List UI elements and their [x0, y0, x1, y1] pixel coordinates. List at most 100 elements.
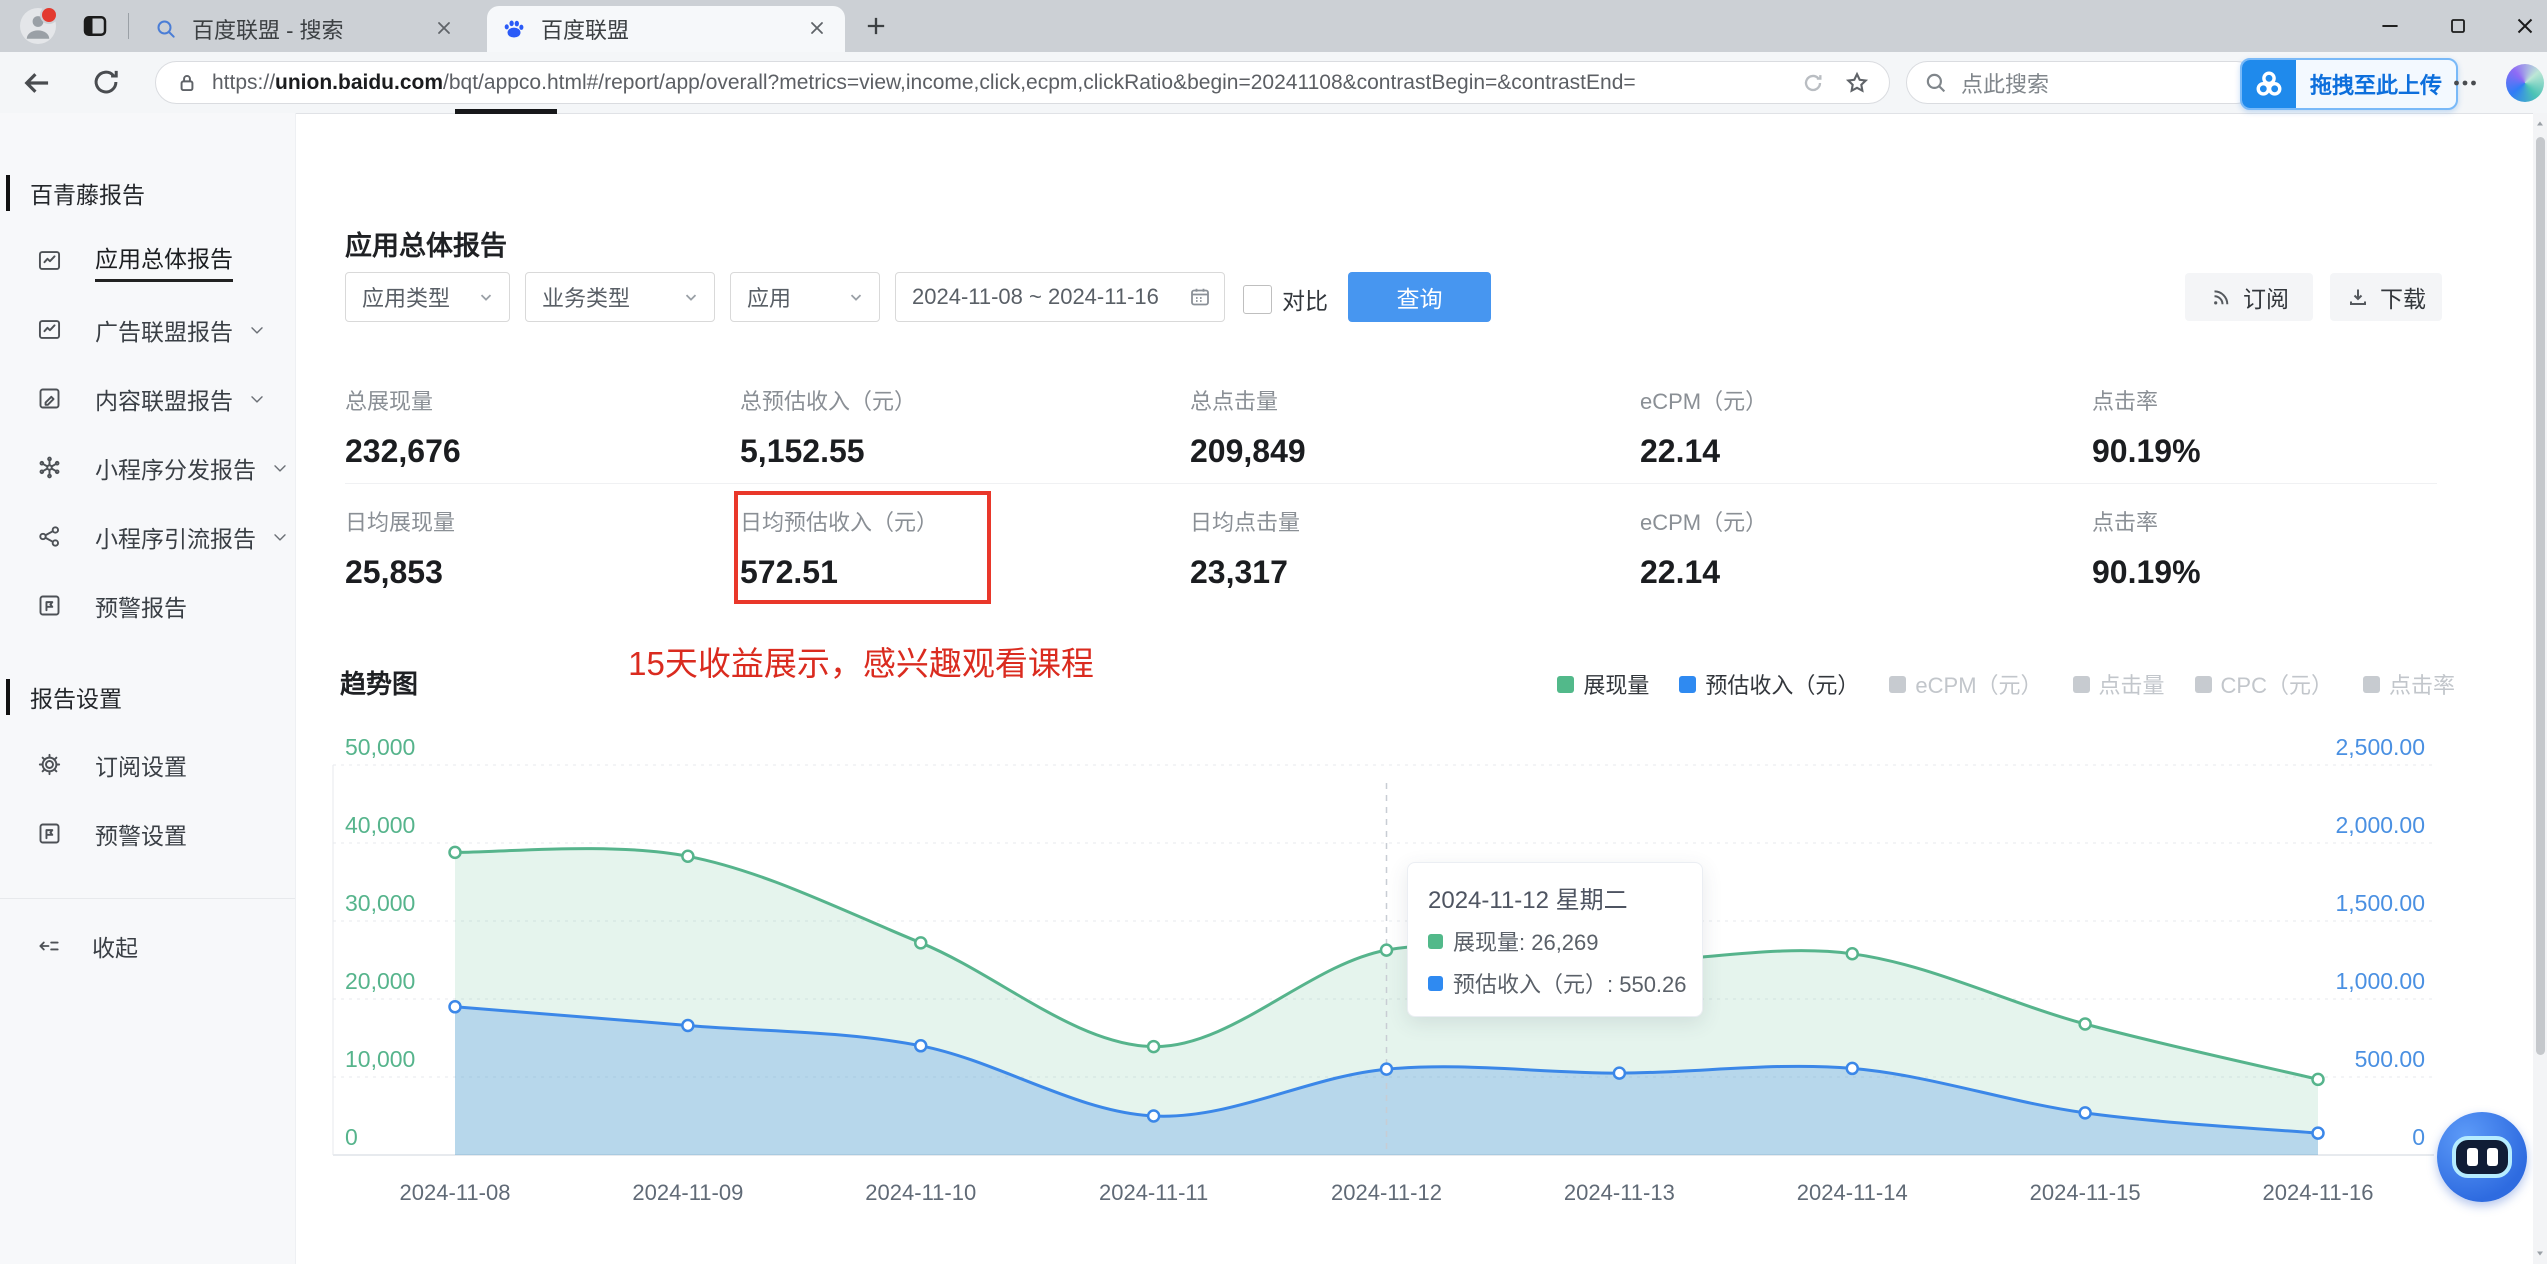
app-select[interactable]: 应用 — [730, 272, 880, 322]
x-axis-tick: 2024-11-09 — [632, 1180, 743, 1205]
data-point-预估收入（元）[interactable] — [914, 1039, 928, 1053]
scroll-up-icon[interactable] — [2534, 117, 2546, 131]
download-label: 下载 — [2380, 286, 2426, 312]
back-button[interactable] — [18, 64, 56, 102]
stat-value: 25,853 — [345, 554, 443, 590]
browser-menu-button[interactable] — [2448, 66, 2486, 104]
x-axis-tick: 2024-11-13 — [1564, 1180, 1675, 1205]
compare-checkbox[interactable] — [1243, 284, 1272, 314]
refresh-button[interactable] — [88, 64, 126, 102]
data-point-预估收入（元）[interactable] — [1845, 1061, 1859, 1076]
data-point-预估收入（元）[interactable] — [448, 1000, 462, 1014]
tab-title: 百度联盟 — [541, 18, 630, 43]
data-point-预估收入（元）[interactable] — [681, 1018, 695, 1033]
sidebar-item-内容联盟报告[interactable]: 内容联盟报告 — [0, 364, 295, 433]
stat-label: 点击率 — [2092, 389, 2159, 414]
stat-value: 22.14 — [1640, 554, 1721, 590]
stat-value: 209,849 — [1190, 433, 1306, 469]
left-axis-tick: 50,000 — [345, 734, 415, 760]
sidebar-item-小程序分发报告[interactable]: 小程序分发报告 — [0, 433, 295, 502]
profile-avatar[interactable] — [20, 6, 58, 44]
data-point-展现量[interactable] — [448, 845, 462, 860]
query-button[interactable]: 查询 — [1348, 272, 1491, 322]
right-axis-tick: 2,500.00 — [2335, 734, 2425, 760]
browser-tab[interactable]: 百度联盟 - 搜索 — [140, 6, 472, 52]
data-point-预估收入（元）[interactable] — [2078, 1106, 2092, 1120]
data-point-预估收入（元）[interactable] — [1612, 1066, 1627, 1080]
search-placeholder: 点此搜索 — [1961, 71, 2050, 97]
sidebar-item-预警报告[interactable]: 预警报告 — [0, 571, 295, 640]
scroll-down-icon[interactable] — [2534, 1246, 2546, 1260]
close-icon — [811, 22, 823, 34]
window-maximize-button[interactable] — [2438, 8, 2478, 44]
search-icon — [1926, 73, 1946, 92]
robot-eye — [2486, 1148, 2498, 1166]
new-tab-button[interactable] — [862, 12, 890, 40]
data-point-展现量[interactable] — [1379, 943, 1394, 957]
rss-icon — [2214, 290, 2229, 305]
stat-value: 90.19% — [2092, 433, 2201, 469]
content-report-icon — [39, 388, 60, 409]
assistant-robot-button[interactable] — [2437, 1112, 2527, 1202]
browser-tab[interactable]: 百度联盟 — [487, 6, 845, 52]
left-axis-tick: 10,000 — [345, 1046, 415, 1072]
scrollbar-thumb[interactable] — [2535, 137, 2545, 1055]
right-axis-tick: 1,500.00 — [2335, 890, 2425, 916]
sidebar-item-预警设置[interactable]: 预警设置 — [0, 799, 295, 868]
tab-close-button[interactable] — [805, 16, 831, 42]
stat-value: 232,676 — [345, 433, 461, 469]
sidebar-collapse-button[interactable]: 收起 — [0, 911, 295, 981]
data-point-预估收入（元）[interactable] — [2311, 1126, 2325, 1140]
app-label: 应用 — [747, 286, 792, 311]
address-bar[interactable]: https://union.baidu.com/bqt/appco.html#/… — [155, 61, 1890, 104]
favorite-star-icon[interactable] — [1843, 69, 1871, 97]
stat-label: eCPM（元） — [1640, 389, 1768, 414]
data-point-展现量[interactable] — [2078, 1017, 2092, 1031]
business-type-select[interactable]: 业务类型 — [525, 272, 715, 322]
sidebar-item-订阅设置[interactable]: 订阅设置 — [0, 730, 295, 799]
date-range-value: 2024-11-08 ~ 2024-11-16 — [912, 284, 1159, 309]
stat-eCPM（元）: eCPM（元） 22.14 — [1640, 384, 1767, 470]
netdisk-upload-badge[interactable]: 拖拽至此上传 — [2240, 58, 2459, 110]
app-type-label: 应用类型 — [362, 286, 451, 311]
quick-search-box[interactable]: 点此搜索 — [1906, 61, 2258, 104]
data-point-展现量[interactable] — [2311, 1072, 2325, 1087]
sidebar-item-label: 小程序引流报告 — [95, 525, 256, 552]
tab-close-button[interactable] — [432, 16, 458, 42]
tab-actions-icon[interactable] — [80, 11, 110, 41]
sync-icon[interactable] — [1799, 69, 1827, 97]
subscribe-button[interactable]: 订阅 — [2185, 273, 2313, 321]
copilot-icon[interactable] — [2506, 64, 2544, 102]
close-icon — [438, 22, 450, 34]
window-minimize-button[interactable] — [2370, 8, 2410, 44]
data-point-展现量[interactable] — [1146, 1039, 1161, 1054]
app-type-select[interactable]: 应用类型 — [345, 272, 510, 322]
data-point-展现量[interactable] — [914, 936, 928, 950]
page-scrollbar[interactable] — [2533, 113, 2547, 1264]
chevron-down-icon — [274, 464, 286, 472]
window-close-button[interactable] — [2505, 8, 2545, 44]
download-button[interactable]: 下载 — [2330, 273, 2442, 321]
stat-value: 5,152.55 — [740, 433, 865, 469]
sidebar-item-label: 小程序分发报告 — [95, 456, 256, 483]
report-icon — [38, 251, 61, 270]
collapse-label: 收起 — [92, 935, 138, 961]
netdisk-icon — [2242, 60, 2296, 108]
stat-总预估收入（元）: 总预估收入（元） 5,152.55 — [740, 384, 916, 470]
sidebar-item-小程序引流报告[interactable]: 小程序引流报告 — [0, 502, 295, 571]
x-axis-tick: 2024-11-14 — [1797, 1180, 1908, 1205]
data-point-展现量[interactable] — [681, 849, 695, 864]
alert-report-icon — [39, 823, 60, 844]
date-range-input[interactable]: 2024-11-08 ~ 2024-11-16 — [895, 272, 1225, 322]
tooltip-text: 展现量: 26,269 — [1453, 930, 1599, 955]
x-axis-tick: 2024-11-12 — [1331, 1180, 1442, 1205]
chevron-down-icon — [251, 326, 263, 334]
stat-label: 日均点击量 — [1190, 510, 1301, 535]
data-point-展现量[interactable] — [1845, 947, 1859, 961]
refresh-icon — [94, 70, 118, 94]
data-point-预估收入（元）[interactable] — [1146, 1109, 1161, 1123]
data-point-预估收入（元）[interactable] — [1379, 1062, 1394, 1076]
sidebar-section: 百青藤报告 应用总体报告 广告联盟报告 内容联盟报告 小程序分发报告 小程序引流报告 预警报… — [0, 173, 295, 640]
stat-label: 日均展现量 — [345, 510, 456, 535]
right-axis-tick: 0 — [2412, 1124, 2425, 1150]
